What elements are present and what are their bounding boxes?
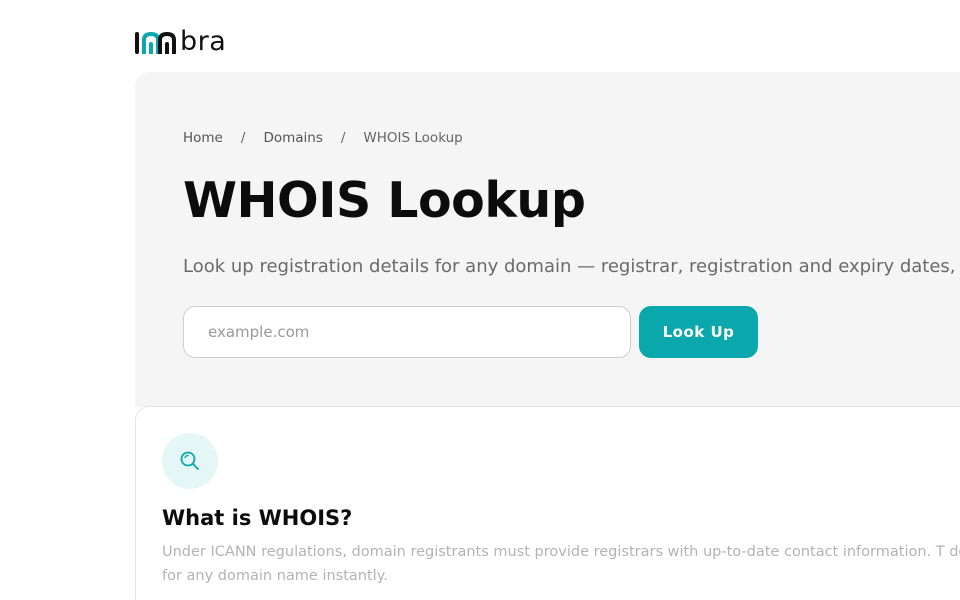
breadcrumb-separator: / — [240, 130, 246, 146]
breadcrumb-home[interactable]: Home — [183, 130, 223, 146]
card-title: What is WHOIS? — [162, 506, 353, 530]
card-icon-badge — [162, 433, 218, 489]
breadcrumb-separator: / — [340, 130, 346, 146]
breadcrumb: Home / Domains / WHOIS Lookup — [183, 130, 463, 146]
domain-search-input[interactable] — [183, 306, 631, 358]
logo-mark-icon — [142, 32, 176, 54]
breadcrumb-domains[interactable]: Domains — [263, 130, 322, 146]
search-icon — [180, 451, 199, 470]
look-up-button[interactable]: Look Up — [639, 306, 758, 358]
logo-letter-i — [135, 32, 139, 54]
brand-logo[interactable]: bra — [135, 22, 227, 57]
page-title: WHOIS Lookup — [183, 172, 586, 229]
card-description: Under ICANN regulations, domain registra… — [162, 544, 960, 584]
hero-section: Home / Domains / WHOIS Lookup WHOIS Look… — [135, 72, 960, 407]
logo-text: bra — [180, 26, 227, 57]
breadcrumb-current: WHOIS Lookup — [363, 130, 463, 146]
info-card: What is WHOIS? Under ICANN regulations, … — [135, 406, 960, 600]
page-subtitle: Look up registration details for any dom… — [183, 256, 956, 277]
